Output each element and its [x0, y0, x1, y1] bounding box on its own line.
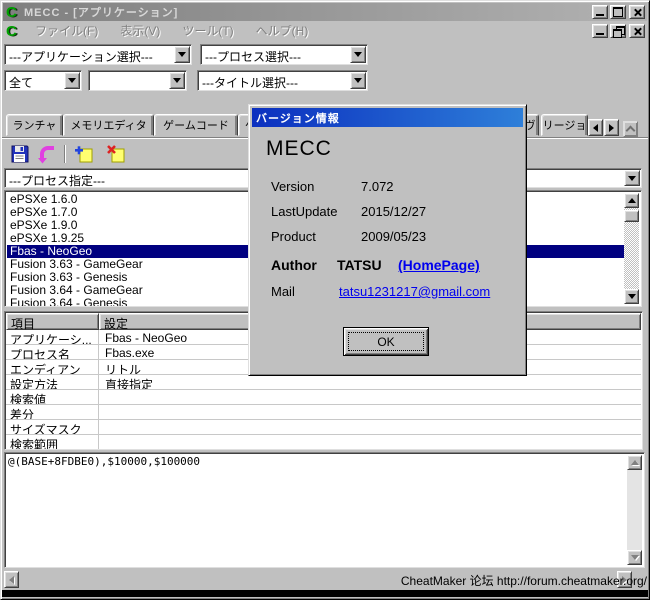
product-value: 2009/05/23 [361, 229, 426, 244]
empty-combo[interactable] [88, 70, 187, 91]
delete-item-button[interactable] [106, 144, 126, 164]
column-header-item[interactable]: 項目 [6, 313, 99, 330]
tab-region[interactable]: リージョ [541, 114, 588, 136]
menu-tools[interactable]: ツール(T) [174, 22, 241, 39]
menu-view[interactable]: 表示(V) [112, 22, 168, 39]
version-label: Version [271, 179, 314, 194]
homepage-link[interactable]: (HomePage) [398, 257, 480, 273]
maximize-button[interactable] [610, 5, 626, 19]
application-select-combo[interactable]: ---アプリケーション選択--- [4, 44, 192, 65]
dialog-app-name: MECC [266, 137, 332, 161]
mail-label: Mail [271, 284, 295, 299]
code-text: @(BASE+8FDBE0),$10000,$100000 [8, 455, 200, 468]
window-title: MECC - [アプリケーション] [24, 4, 178, 20]
title-select-combo[interactable]: ---タイトル選択--- [197, 70, 368, 91]
cell-value: 直接指定 [99, 375, 641, 389]
product-label: Product [271, 229, 316, 244]
cell-item: 設定方法 [6, 375, 99, 389]
add-item-button[interactable] [74, 144, 94, 164]
close-button[interactable] [629, 5, 645, 19]
cell-item: アプリケーシ... [6, 330, 99, 344]
curved-arrow-icon [38, 144, 58, 164]
scroll-down-button-disabled [627, 550, 642, 565]
cell-value [99, 435, 641, 449]
tab-scroll-right-button[interactable] [604, 119, 619, 136]
process-select-combo[interactable]: ---プロセス選択--- [200, 44, 368, 65]
table-row[interactable]: 差分 [6, 405, 641, 420]
menu-bar: C C ファイル(F) 表示(V) ツール(T) ヘルプ(H) [3, 21, 647, 40]
lastupdate-label: LastUpdate [271, 204, 338, 219]
cell-item: 検索範囲 [6, 435, 99, 449]
window-bottom-edge [2, 590, 648, 597]
table-row[interactable]: 設定方法 直接指定 [6, 375, 641, 390]
tab-game-code[interactable]: ゲームコード [154, 114, 238, 136]
table-row[interactable]: サイズマスク [6, 420, 641, 435]
cell-item: プロセス名 [6, 345, 99, 359]
mail-link[interactable]: tatsu1231217@gmail.com [339, 284, 490, 299]
version-value: 7.072 [361, 179, 394, 194]
code-textarea[interactable]: @(BASE+8FDBE0),$10000,$100000 [4, 452, 645, 568]
chevron-down-icon[interactable] [624, 170, 640, 186]
process-spec-value: ---プロセス指定--- [9, 172, 105, 189]
mdi-child-icon: C C [5, 23, 21, 39]
title-bar[interactable]: C C MECC - [アプリケーション] [3, 3, 647, 21]
filter-all-value: 全て [9, 74, 33, 91]
list-scrollbar[interactable] [624, 193, 639, 304]
save-button[interactable] [10, 144, 30, 164]
note-delete-icon [106, 144, 126, 164]
author-label: Author [271, 257, 317, 273]
author-value: TATSU [337, 257, 382, 273]
tab-memory-editor[interactable]: メモリエディタ [63, 114, 154, 136]
cell-value [99, 405, 641, 419]
note-add-icon [74, 144, 94, 164]
dialog-title: バージョン情報 [256, 110, 340, 126]
chevron-down-icon[interactable] [174, 46, 190, 63]
scroll-up-button[interactable] [624, 193, 639, 208]
chevron-down-icon[interactable] [350, 46, 366, 63]
table-row[interactable]: 検索値 [6, 390, 641, 405]
filter-all-combo[interactable]: 全て [4, 70, 82, 91]
chevron-down-icon[interactable] [64, 72, 80, 89]
cell-value [99, 390, 641, 404]
version-info-dialog: バージョン情報 MECC Version 7.072 LastUpdate 20… [248, 104, 527, 376]
cell-item: 差分 [6, 405, 99, 419]
app-logo-icon: C C [5, 4, 21, 20]
collapse-panel-button[interactable] [623, 121, 638, 137]
scroll-up-button-disabled [627, 455, 642, 470]
ok-button-label: OK [348, 332, 424, 351]
application-select-value: ---アプリケーション選択--- [9, 48, 153, 65]
svg-text:C: C [6, 4, 17, 20]
minimize-button[interactable] [592, 5, 608, 19]
mdi-restore-button[interactable] [610, 24, 626, 38]
lastupdate-value: 2015/12/27 [361, 204, 426, 219]
cell-item: エンディアン [6, 360, 99, 374]
ok-button[interactable]: OK [343, 327, 429, 356]
scroll-left-button[interactable] [4, 571, 19, 588]
mdi-minimize-button[interactable] [592, 24, 608, 38]
scrollbar-thumb[interactable] [624, 210, 639, 222]
cell-item: サイズマスク [6, 420, 99, 434]
cell-item: 検索値 [6, 390, 99, 404]
mdi-close-button[interactable] [629, 24, 645, 38]
table-row[interactable]: 検索範囲 [6, 435, 641, 450]
svg-text:C: C [6, 23, 17, 39]
code-scrollbar[interactable] [627, 455, 642, 565]
tab-scroll-left-button[interactable] [588, 119, 603, 136]
floppy-save-icon [10, 144, 30, 164]
title-select-value: ---タイトル選択--- [202, 74, 298, 91]
chevron-up-icon [626, 126, 636, 136]
process-select-value: ---プロセス選択--- [205, 48, 301, 65]
menu-help[interactable]: ヘルプ(H) [248, 22, 317, 39]
menu-file[interactable]: ファイル(F) [27, 22, 106, 39]
undo-button[interactable] [38, 144, 58, 164]
tab-launcher[interactable]: ランチャ [6, 114, 63, 136]
chevron-down-icon[interactable] [350, 72, 366, 89]
mecc-window: { "window": { "title": "MECC - [アプリケーション… [0, 0, 650, 600]
cell-value [99, 420, 641, 434]
toolbar-separator [64, 145, 66, 163]
status-bar-text: CheatMaker 论坛 http://forum.cheatmaker.or… [401, 572, 647, 589]
dialog-title-bar[interactable]: バージョン情報 [252, 108, 523, 127]
chevron-down-icon[interactable] [169, 72, 185, 89]
scroll-down-button[interactable] [624, 289, 639, 304]
